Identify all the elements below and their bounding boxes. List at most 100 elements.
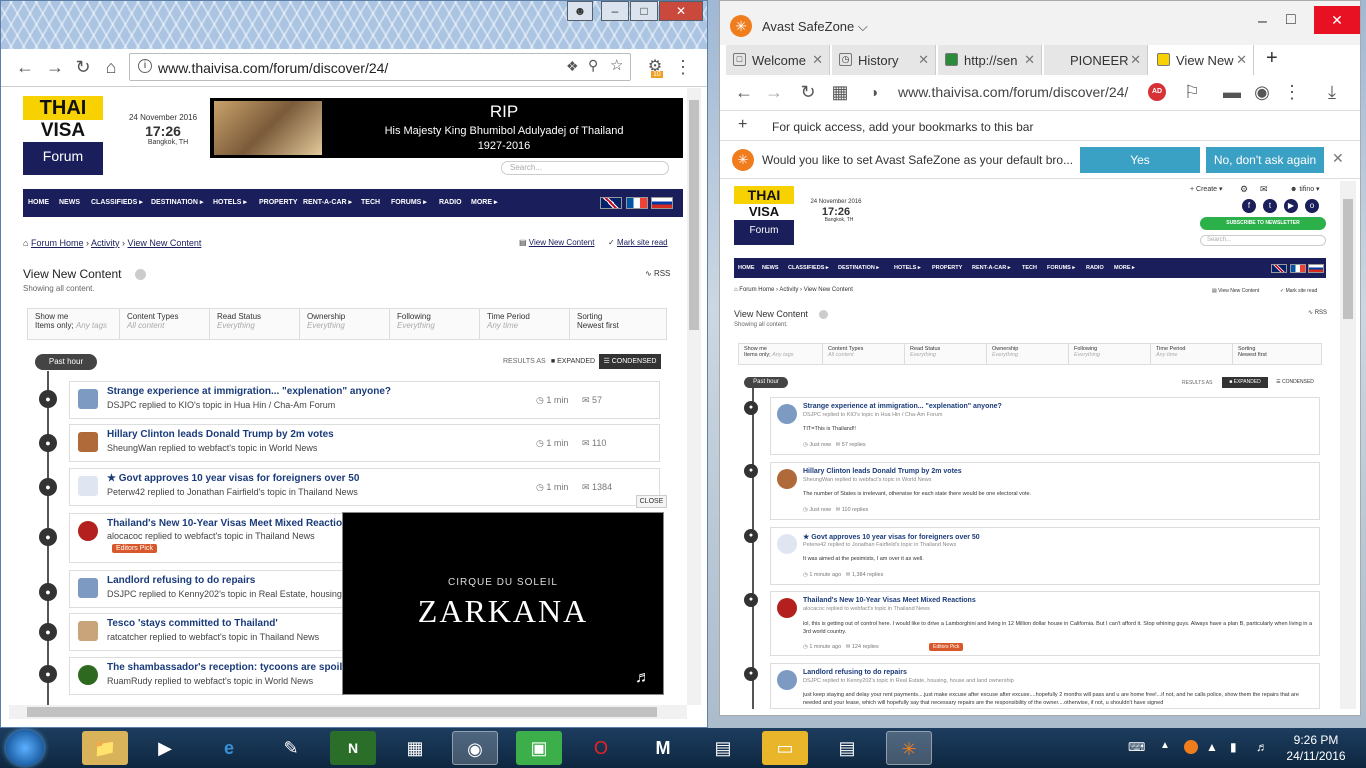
topic-title[interactable]: Thailand's New 10-Year Visas Meet Mixed … xyxy=(107,518,354,529)
calculator-icon[interactable]: ▦ xyxy=(392,731,438,765)
yes-button[interactable]: Yes xyxy=(1080,147,1200,173)
vertical-scrollbar[interactable] xyxy=(1340,181,1356,709)
nav-property[interactable]: PROPERTY xyxy=(259,189,298,217)
nav-destination[interactable]: DESTINATION ▸ xyxy=(151,189,203,217)
follow-icon[interactable] xyxy=(135,269,146,280)
hscroll-thumb[interactable] xyxy=(27,707,657,717)
app-name[interactable]: Avast SafeZone ⌵ xyxy=(762,19,868,35)
shield-icon[interactable]: ◑ xyxy=(864,82,884,102)
nav-news[interactable]: NEWS xyxy=(59,189,80,217)
crumb-activity[interactable]: Activity xyxy=(779,287,798,293)
filter-following[interactable]: Following Everything xyxy=(390,309,480,339)
crumb-current[interactable]: View New Content xyxy=(128,238,202,248)
topic-title[interactable]: Strange experience at immigration... "ex… xyxy=(107,386,391,397)
uk-flag-icon[interactable] xyxy=(600,197,622,209)
dismiss-icon[interactable]: ✕ xyxy=(1332,150,1344,167)
topic-title[interactable]: Thailand's New 10-Year Visas Meet Mixed … xyxy=(803,597,976,604)
close-button[interactable]: ✕ xyxy=(1314,6,1360,34)
notifications-icon[interactable]: ⚙ xyxy=(1240,184,1248,195)
back-icon[interactable]: ← xyxy=(734,82,754,102)
nav-news[interactable]: NEWS xyxy=(762,258,779,278)
tab-close-icon[interactable]: ✕ xyxy=(1130,52,1141,68)
documents-icon[interactable]: ▤ xyxy=(824,731,870,765)
download-icon[interactable]: ⤓ xyxy=(1322,82,1342,102)
shift-n-icon[interactable]: N xyxy=(330,731,376,765)
start-button[interactable] xyxy=(6,730,44,766)
topic-title[interactable]: The shambassador's reception: tycoons ar… xyxy=(107,662,367,673)
battery-icon[interactable]: ▮ xyxy=(1230,740,1237,754)
twitter-icon[interactable]: t xyxy=(1263,199,1277,213)
minimize-button[interactable]: – xyxy=(1258,13,1267,31)
filter-content-types[interactable]: Content Types All content xyxy=(120,309,210,339)
nav-home[interactable]: HOME xyxy=(28,189,49,217)
list-item[interactable]: Hillary Clinton leads Donald Trump by 2m… xyxy=(69,424,660,462)
site-search[interactable]: Search... xyxy=(1200,235,1326,246)
crumb-activity[interactable]: Activity xyxy=(91,238,120,248)
topic-title[interactable]: Hillary Clinton leads Donald Trump by 2m… xyxy=(803,468,962,475)
nav-rent-a-car[interactable]: RENT-A-CAR ▸ xyxy=(972,258,1011,278)
uk-flag-icon[interactable] xyxy=(1271,264,1287,273)
filter-time-period[interactable]: Time Period Any time xyxy=(480,309,570,339)
scroll-thumb[interactable] xyxy=(689,100,699,330)
topic-title[interactable]: Landlord refusing to do repairs xyxy=(803,669,907,676)
explorer-icon[interactable]: 📁 xyxy=(82,731,128,765)
forward-icon[interactable]: → xyxy=(764,82,784,102)
menu-icon[interactable]: ⋮ xyxy=(673,57,693,77)
facebook-icon[interactable]: f xyxy=(1242,199,1256,213)
new-tab-button[interactable]: + xyxy=(1266,47,1278,70)
chrome-icon[interactable]: ◉ xyxy=(452,731,498,765)
signal-icon[interactable]: ▲ xyxy=(1206,740,1218,754)
view-new-link[interactable]: ▤ View New Content xyxy=(519,238,594,247)
list-item[interactable]: Hillary Clinton leads Donald Trump by 2m… xyxy=(770,462,1320,520)
filter-sorting[interactable]: Sorting Newest first xyxy=(570,309,666,339)
filter-read-status[interactable]: Read Status Everything xyxy=(210,309,300,339)
close-video-button[interactable]: CLOSE xyxy=(636,495,667,508)
create-menu[interactable]: + Create ▾ xyxy=(1190,185,1223,193)
mark-read-link[interactable]: ✓ Mark site read xyxy=(1280,288,1317,294)
condensed-button[interactable]: ☰ CONDENSED xyxy=(1270,377,1320,388)
avast-safezone-icon[interactable]: ✳ xyxy=(886,731,932,765)
filter-time-period[interactable]: Time Period Any time xyxy=(1151,344,1233,364)
nav-classifieds[interactable]: CLASSIFIEDS ▸ xyxy=(91,189,143,217)
crumb-current[interactable]: View New Content xyxy=(804,287,853,293)
mark-read-text[interactable]: Mark site read xyxy=(617,238,668,247)
list-item[interactable]: Landlord refusing to do repairs DSJPC re… xyxy=(770,663,1320,709)
minimize-button[interactable]: – xyxy=(601,1,629,21)
card-icon[interactable]: ▬ xyxy=(1222,82,1242,102)
topic-title[interactable]: Tesco 'stays committed to Thailand' xyxy=(107,618,278,629)
tab-close-icon[interactable]: ✕ xyxy=(1236,52,1247,68)
tab-history[interactable]: ◷ History ✕ xyxy=(832,45,936,75)
rip-banner[interactable]: RIP His Majesty King Bhumibol Adulyadej … xyxy=(210,98,683,158)
clock-time[interactable]: 9:26 PM xyxy=(1286,733,1346,747)
eraser-icon[interactable]: ▭ xyxy=(762,731,808,765)
nav-classifieds[interactable]: CLASSIFIEDS ▸ xyxy=(788,258,829,278)
video-player[interactable]: CIRQUE DU SOLEIL ZARKANA ♬ xyxy=(342,512,664,695)
tab-pioneer[interactable]: PIONEER ✕ xyxy=(1044,45,1148,75)
russia-flag-icon[interactable] xyxy=(651,197,673,209)
filter-show-me[interactable]: Show me Items only; Any tags xyxy=(28,309,120,339)
follow-icon[interactable] xyxy=(819,310,828,319)
user-menu[interactable]: ☻ tifino ▾ xyxy=(1290,185,1320,193)
user-icon[interactable]: ☻ xyxy=(567,1,593,21)
view-new-text[interactable]: View New Content xyxy=(529,238,595,247)
crumb-forum-home[interactable]: Forum Home xyxy=(31,238,84,248)
topic-title[interactable]: Landlord refusing to do repairs xyxy=(107,575,255,586)
nav-radio[interactable]: RADIO xyxy=(439,189,462,217)
list-item[interactable]: Strange experience at immigration... "ex… xyxy=(770,397,1320,455)
nav-hotels[interactable]: HOTELS ▸ xyxy=(894,258,921,278)
reload-icon[interactable]: ↻ xyxy=(73,57,93,77)
topic-title[interactable]: ★ Govt approves 10 year visas for foreig… xyxy=(107,473,359,484)
opera-icon[interactable]: O xyxy=(578,731,624,765)
bookmark-star-icon[interactable]: ☆ xyxy=(610,56,623,74)
nav-more[interactable]: MORE ▸ xyxy=(471,189,497,217)
avast-tray-icon[interactable] xyxy=(1184,740,1198,754)
zoom-icon[interactable]: ⚲ xyxy=(588,57,598,74)
france-flag-icon[interactable] xyxy=(626,197,648,209)
filter-ownership[interactable]: Ownership Everything xyxy=(300,309,390,339)
nav-more[interactable]: MORE ▸ xyxy=(1114,258,1135,278)
filter-content-types[interactable]: Content Types All content xyxy=(823,344,905,364)
topic-title[interactable]: Hillary Clinton leads Donald Trump by 2m… xyxy=(107,429,334,440)
filter-sorting[interactable]: Sorting Newest first xyxy=(1233,344,1321,364)
bookmark-icon[interactable]: ⚐ xyxy=(1182,82,1202,102)
no-button[interactable]: No, don't ask again xyxy=(1206,147,1324,173)
